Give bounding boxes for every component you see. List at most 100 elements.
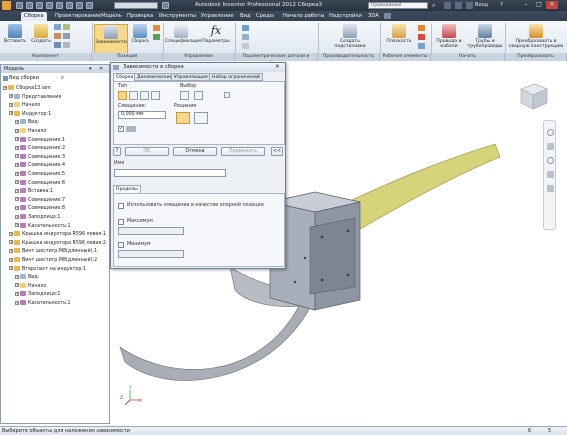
assemble-button[interactable]: Сборка <box>129 24 151 44</box>
expand-icon[interactable]: + <box>9 257 13 262</box>
app-logo[interactable] <box>2 1 11 10</box>
dialog-close-icon[interactable]: ✕ <box>275 63 280 72</box>
expand-icon[interactable]: + <box>9 266 13 271</box>
flush-solution-icon[interactable] <box>194 112 208 124</box>
select-first-icon[interactable] <box>180 91 189 100</box>
ucs-icon[interactable] <box>418 43 425 49</box>
undo-icon[interactable] <box>46 2 53 9</box>
insert-icon[interactable] <box>151 91 160 100</box>
tree-item[interactable]: + Совмещение:8 <box>15 205 65 212</box>
expand-icon[interactable]: + <box>15 162 19 167</box>
tab-3da[interactable]: 3DA <box>365 12 382 21</box>
view-dropdown[interactable]: Вид сборки <box>9 75 39 81</box>
tree-item[interactable]: + Сборка13.iam <box>3 85 51 92</box>
tab-addins[interactable]: Надстройки <box>326 12 365 21</box>
expand-icon[interactable]: + <box>3 85 7 90</box>
point-icon[interactable] <box>418 34 425 40</box>
expand-icon[interactable]: + <box>15 223 19 228</box>
tab-get-started[interactable]: Начало работы <box>280 12 327 21</box>
axis-icon[interactable] <box>418 25 425 31</box>
tree-item[interactable]: + Совмещение:4 <box>15 162 65 169</box>
tree-item[interactable]: + Крышка индуктора R596 левая:1 <box>9 231 106 238</box>
tree-item[interactable]: + Представления <box>9 93 61 101</box>
apply-button[interactable]: Применить <box>221 147 265 156</box>
look-at-icon[interactable] <box>547 185 554 192</box>
convert-weldment-button[interactable]: Преобразовать в сварную конструкцию <box>507 24 565 49</box>
tree-item[interactable]: + Совмещение:5 <box>15 171 65 178</box>
new-icon[interactable] <box>16 2 23 9</box>
tab-transitional[interactable]: Управляющие <box>171 73 211 81</box>
tree-item[interactable]: + Вид: <box>15 274 39 281</box>
tree-item[interactable]: + Крышка индуктора R596 левая:2 <box>9 239 106 247</box>
grid-icon[interactable] <box>54 42 61 48</box>
expand-icon[interactable]: + <box>15 291 19 296</box>
signin-link[interactable]: Вход <box>475 2 488 8</box>
replace-icon[interactable] <box>63 33 70 39</box>
zoom-icon[interactable] <box>547 157 554 164</box>
tree-item[interactable]: + Касательность:1 <box>15 300 71 307</box>
tree-item[interactable]: + Касательность:1 <box>15 222 71 230</box>
tree-item[interactable]: + Совмещение:1 <box>15 136 65 144</box>
tree-item[interactable]: + Заподлицо:1 <box>15 291 60 298</box>
rail-lower[interactable] <box>119 297 316 381</box>
mirror-icon[interactable] <box>54 33 61 39</box>
tree-item[interactable]: + Винт шестигр.M8(длинный):1 <box>9 248 97 255</box>
browser-close-icon[interactable]: ✕ <box>99 65 103 73</box>
ribbon-toggle-icon[interactable] <box>384 13 391 19</box>
update-icon[interactable] <box>86 2 93 9</box>
expand-icon[interactable]: + <box>15 274 19 279</box>
minimum-input[interactable] <box>118 250 184 258</box>
expand-icon[interactable]: + <box>15 128 19 133</box>
ifactory-icon[interactable] <box>242 43 249 49</box>
expand-icon[interactable]: + <box>9 231 13 236</box>
tangent-icon[interactable] <box>140 91 149 100</box>
tree-item[interactable]: + Совмещение:6 <box>15 179 65 187</box>
move-icon[interactable] <box>153 25 160 31</box>
preview-checkbox[interactable]: ✓ <box>118 126 124 132</box>
expand-icon[interactable]: + <box>15 205 19 210</box>
tree-item[interactable]: + Втерсласт на индуктор:1 <box>9 265 86 273</box>
save-icon[interactable] <box>36 2 43 9</box>
rotate-icon[interactable] <box>153 34 160 40</box>
create-button[interactable]: Создать <box>29 24 53 44</box>
expand-icon[interactable]: + <box>15 214 19 219</box>
tree-item[interactable]: + Совмещение:3 <box>15 153 65 161</box>
expand-button[interactable]: << <box>271 147 283 156</box>
search-input[interactable]: Проводимый компонент <box>368 2 428 14</box>
expand-icon[interactable]: + <box>9 111 13 116</box>
tree-item[interactable]: + Совмещение:2 <box>15 145 65 152</box>
home-icon[interactable] <box>66 2 73 9</box>
binoculars-icon[interactable]: ⌕ <box>432 2 439 9</box>
tab-assembly[interactable]: Сборка <box>21 12 47 21</box>
tree-item[interactable]: + Совмещение:7 <box>15 196 65 204</box>
expand-icon[interactable]: + <box>15 171 19 176</box>
user-icon[interactable] <box>466 2 473 9</box>
expand-icon[interactable]: + <box>9 240 13 245</box>
redo-icon[interactable] <box>56 2 63 9</box>
subscription-icon[interactable] <box>444 2 451 9</box>
pick-part-icon[interactable] <box>224 92 230 98</box>
tube-pipe-button[interactable]: Трубы и трубопроводы <box>466 24 504 49</box>
tab-assembly-constraint[interactable]: Сборка <box>113 73 137 81</box>
expand-icon[interactable]: + <box>15 197 19 202</box>
tree-item[interactable]: + Заподлицо:1 <box>15 214 60 221</box>
tab-inspect[interactable]: Проверка <box>124 12 156 21</box>
tab-view[interactable]: Вид <box>237 12 254 21</box>
constrain-button[interactable]: Зависимости <box>94 24 128 54</box>
expand-icon[interactable]: + <box>15 283 19 288</box>
expand-icon[interactable]: + <box>15 180 19 185</box>
plane-button[interactable]: Плоскость <box>382 24 416 44</box>
expand-icon[interactable]: + <box>9 248 13 253</box>
iassembly-icon[interactable] <box>242 25 249 31</box>
expand-icon[interactable]: + <box>9 94 13 99</box>
select-second-icon[interactable] <box>194 91 203 100</box>
create-substitutes-button[interactable]: Создать подстановки <box>325 24 375 49</box>
angle-icon[interactable] <box>129 91 138 100</box>
mate-icon[interactable] <box>118 91 127 100</box>
viewcube[interactable] <box>520 83 548 110</box>
browser-menu-icon[interactable]: ▾ <box>89 65 92 73</box>
shrinkwrap-icon[interactable] <box>63 42 70 48</box>
place-button[interactable]: Вставить <box>2 24 28 44</box>
offset-input[interactable]: 0,000 мм <box>118 111 166 119</box>
return-icon[interactable] <box>76 2 83 9</box>
